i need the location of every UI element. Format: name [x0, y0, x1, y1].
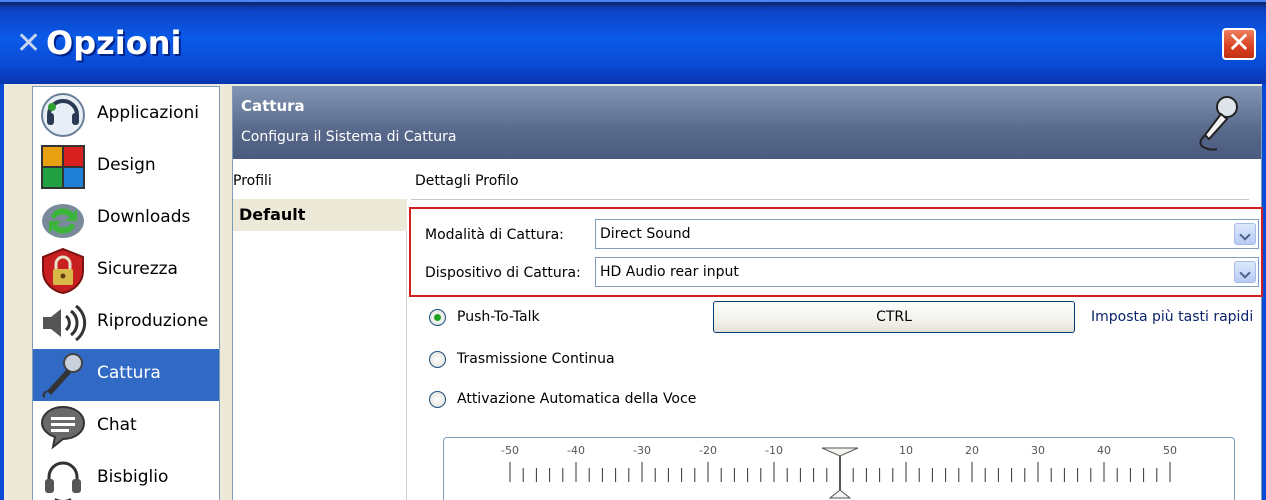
- profile-details-label: Dettagli Profilo: [415, 173, 519, 189]
- divider: [411, 199, 1249, 200]
- sidebar-item-label: Sicurezza: [97, 259, 178, 279]
- scale-tick-label: 40: [1097, 444, 1111, 457]
- chevron-down-icon[interactable]: [1234, 223, 1256, 245]
- scale-tick-label: -30: [633, 444, 651, 457]
- sidebar-item-design[interactable]: Design: [33, 141, 219, 193]
- scale-tick-label: -40: [567, 444, 585, 457]
- push-to-talk-label[interactable]: Push-To-Talk: [457, 309, 540, 325]
- voice-activation-radio[interactable]: [429, 391, 446, 408]
- sidebar: Applicazioni Design Downloads Sicurezza …: [32, 86, 220, 500]
- close-button[interactable]: ✕: [1222, 28, 1256, 60]
- capture-device-value: HD Audio rear input: [600, 264, 739, 280]
- sidebar-item-chat[interactable]: Chat: [33, 401, 219, 453]
- window-title: Opzioni: [46, 24, 182, 62]
- slider-thumb[interactable]: [821, 447, 859, 499]
- capture-device-select[interactable]: HD Audio rear input: [595, 257, 1259, 287]
- sidebar-item-riproduzione[interactable]: Riproduzione: [33, 297, 219, 349]
- sidebar-item-label: Applicazioni: [97, 103, 199, 123]
- capture-device-label: Dispositivo di Cattura:: [425, 265, 581, 281]
- scale-tick-label: -20: [699, 444, 717, 457]
- profiles-label: Profili: [233, 173, 272, 189]
- window-body: Applicazioni Design Downloads Sicurezza …: [0, 84, 1266, 500]
- level-scale: -50 -40 -30 -20 -10 10 20 30 40 50: [501, 444, 1177, 499]
- capture-mode-value: Direct Sound: [600, 226, 691, 242]
- sidebar-item-label: Design: [97, 155, 156, 175]
- scale-tick-label: 30: [1031, 444, 1045, 457]
- sidebar-item-applicazioni[interactable]: Applicazioni: [33, 89, 219, 141]
- scale-tick-label: -10: [765, 444, 783, 457]
- section-header: Cattura Configura il Sistema di Cattura: [233, 87, 1261, 159]
- scale-tick-label: 20: [965, 444, 979, 457]
- sidebar-item-cattura[interactable]: Cattura: [33, 349, 219, 401]
- set-more-hotkeys-link[interactable]: Imposta più tasti rapidi: [1091, 309, 1253, 325]
- voice-level-slider[interactable]: -50 -40 -30 -20 -10 10 20 30 40 50: [443, 437, 1235, 500]
- hotkey-button[interactable]: CTRL: [713, 301, 1075, 333]
- sidebar-item-sicurezza[interactable]: Sicurezza: [33, 245, 219, 297]
- sidebar-item-label: Bisbiglio: [97, 467, 169, 487]
- teamspeak-logo-icon: [41, 93, 85, 137]
- title-bar[interactable]: ✕ Opzioni ✕: [0, 0, 1266, 84]
- scale-tick-label: 50: [1163, 444, 1177, 457]
- push-to-talk-radio[interactable]: [429, 309, 446, 326]
- headset-icon: [45, 461, 81, 500]
- sidebar-item-label: Riproduzione: [97, 311, 209, 331]
- section-title: Cattura: [241, 97, 305, 115]
- sidebar-item-label: Chat: [97, 415, 137, 435]
- section-subtitle: Configura il Sistema di Cattura: [241, 129, 457, 145]
- chat-bubble-icon: [40, 405, 86, 450]
- sidebar-item-label: Downloads: [97, 207, 191, 227]
- voice-activation-label[interactable]: Attivazione Automatica della Voce: [457, 391, 696, 407]
- app-icon: ✕: [16, 26, 42, 61]
- download-arrows-icon: [42, 204, 84, 238]
- scale-tick-label: 10: [899, 444, 913, 457]
- microphone-icon: [1199, 96, 1238, 151]
- profile-list[interactable]: Default: [233, 199, 407, 500]
- padlock-shield-icon: [42, 247, 84, 295]
- continuous-transmission-label[interactable]: Trasmissione Continua: [457, 351, 615, 367]
- main-panel: Cattura Configura il Sistema di Cattura …: [232, 86, 1263, 500]
- sidebar-item-downloads[interactable]: Downloads: [33, 193, 219, 245]
- profile-item-default[interactable]: Default: [233, 199, 407, 231]
- sidebar-item-bisbiglio[interactable]: Bisbiglio: [33, 453, 219, 500]
- chevron-down-icon[interactable]: [1234, 261, 1256, 283]
- color-tiles-icon: [41, 145, 85, 189]
- capture-mode-label: Modalità di Cattura:: [425, 227, 564, 243]
- scale-tick-label: -50: [501, 444, 519, 457]
- microphone-icon: [42, 353, 83, 398]
- speaker-icon: [43, 304, 87, 342]
- capture-mode-select[interactable]: Direct Sound: [595, 219, 1259, 249]
- continuous-transmission-radio[interactable]: [429, 351, 446, 368]
- capture-settings-highlight: Modalità di Cattura: Direct Sound Dispos…: [409, 207, 1263, 297]
- sidebar-item-label: Cattura: [97, 363, 161, 383]
